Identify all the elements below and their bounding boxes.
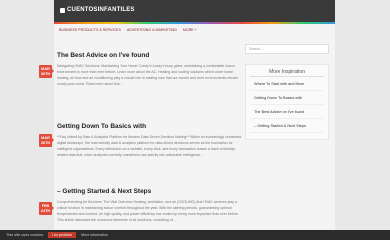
logo-text: CUENTOSINFANTILES	[67, 7, 135, 13]
sidebar-link[interactable]: Getting Down To Basics with	[250, 91, 324, 105]
post-item: MAR 26TH Getting Down To Basics with **F…	[39, 121, 244, 178]
post-item: FEB 24TH – Getting Started & Next Steps …	[39, 186, 244, 223]
post-title[interactable]: The Best Advice on I've found	[57, 50, 244, 60]
date-day: 26TH	[40, 140, 51, 145]
post-date-badge: MAR 26TH	[39, 134, 54, 147]
post-excerpt: **Faq Linked by Data & Analytics Platfor…	[57, 135, 242, 158]
date-day: 24TH	[40, 208, 51, 213]
search-input[interactable]: Search ...	[245, 44, 329, 54]
cookie-accept-button[interactable]: I no problem	[48, 232, 77, 238]
logo-icon	[60, 7, 65, 13]
cookie-bar: This site uses cookies I no problem More…	[0, 230, 390, 240]
post-title[interactable]: Getting Down To Basics with	[57, 121, 244, 131]
post-excerpt: Comprehending Air Services: The Vital Ov…	[57, 200, 239, 223]
sidebar-link[interactable]: The Best Advice on I've found	[250, 105, 324, 119]
sidebar-link[interactable]: Where To Start with and More	[250, 77, 324, 91]
more-inspiration-widget: More Inspiration Where To Start with and…	[245, 64, 329, 140]
sidebar-link[interactable]: – Getting Started & Next Steps	[250, 119, 324, 133]
site-logo[interactable]: CUENTOSINFANTILES	[60, 7, 135, 13]
nav-item-advertising[interactable]: ADVERTISING & MARKETING	[127, 28, 177, 32]
page-container: CUENTOSINFANTILES BUSINESS PRODUCTS & SE…	[39, 0, 335, 240]
widget-title: More Inspiration	[250, 65, 324, 77]
main-nav: BUSINESS PRODUCTS & SERVICES ADVERTISING…	[54, 24, 335, 35]
cookie-more-info-link[interactable]: More information	[81, 233, 108, 237]
post-excerpt: Navigating HVAC Solutions: Maintaining Y…	[57, 64, 238, 87]
nav-item-more[interactable]: MORE +	[183, 28, 197, 32]
post-title[interactable]: – Getting Started & Next Steps	[57, 186, 244, 196]
post-item: MAR 30TH The Best Advice on I've found N…	[39, 50, 244, 114]
nav-item-business[interactable]: BUSINESS PRODUCTS & SERVICES	[59, 28, 121, 32]
sidebar: Search ... More Inspiration Where To Sta…	[245, 44, 333, 140]
post-list: MAR 30TH The Best Advice on I've found N…	[39, 40, 244, 223]
date-day: 30TH	[40, 71, 51, 76]
site-header: CUENTOSINFANTILES	[54, 0, 335, 24]
header-color-strip	[54, 22, 335, 24]
post-date-badge: FEB 24TH	[39, 202, 54, 215]
post-date-badge: MAR 30TH	[39, 65, 54, 78]
cookie-text: This site uses cookies	[6, 233, 44, 237]
